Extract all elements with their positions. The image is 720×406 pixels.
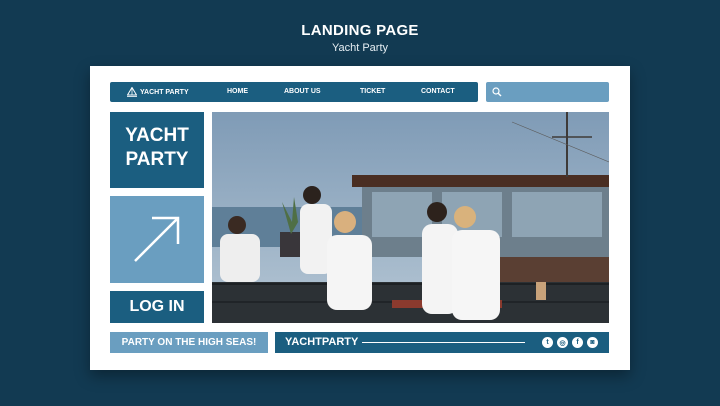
arrow-up-right-icon (134, 216, 180, 262)
navbar: YACHT PARTY HOME ABOUT US TICKET CONTACT (110, 82, 478, 102)
nav-brand-label: YACHT PARTY (140, 88, 189, 96)
twitter-icon[interactable]: t (542, 337, 553, 348)
instagram-icon[interactable]: ◙ (587, 337, 598, 348)
page-subtitle: Yacht Party (331, 42, 389, 54)
arrow-tile[interactable] (110, 196, 204, 283)
tagline-text: PARTY ON THE HIGH SEAS! (121, 337, 257, 348)
nav-brand[interactable]: YACHT PARTY (127, 87, 217, 97)
hero-photo-image (212, 112, 609, 323)
search-input[interactable] (486, 82, 609, 102)
nav-ticket[interactable]: TICKET (360, 88, 385, 95)
dribbble-icon[interactable]: ◎ (557, 337, 568, 348)
page-title: LANDING PAGE (301, 22, 419, 39)
footer-brand: YACHTPARTY (285, 336, 359, 348)
hero-photo (212, 112, 609, 323)
tagline-banner: PARTY ON THE HIGH SEAS! (110, 332, 268, 353)
yacht-tile-line1: YACHT (125, 125, 189, 146)
nav-about-us[interactable]: ABOUT US (284, 88, 321, 95)
landing-card: YACHT PARTY HOME ABOUT US TICKET CONTACT… (90, 66, 630, 370)
footer-bar: YACHTPARTY t ◎ f ◙ (275, 332, 609, 353)
login-label: LOG IN (129, 298, 185, 315)
login-button[interactable]: LOG IN (110, 291, 204, 323)
nav-contact[interactable]: CONTACT (421, 88, 455, 95)
footer-divider (362, 342, 525, 343)
yacht-tile-line2: PARTY (125, 149, 189, 170)
nav-home[interactable]: HOME (227, 88, 248, 95)
search-icon[interactable] (492, 87, 502, 97)
sailboat-logo-icon (127, 87, 137, 97)
facebook-icon[interactable]: f (572, 337, 583, 348)
yacht-party-tile: YACHT PARTY (110, 112, 204, 188)
